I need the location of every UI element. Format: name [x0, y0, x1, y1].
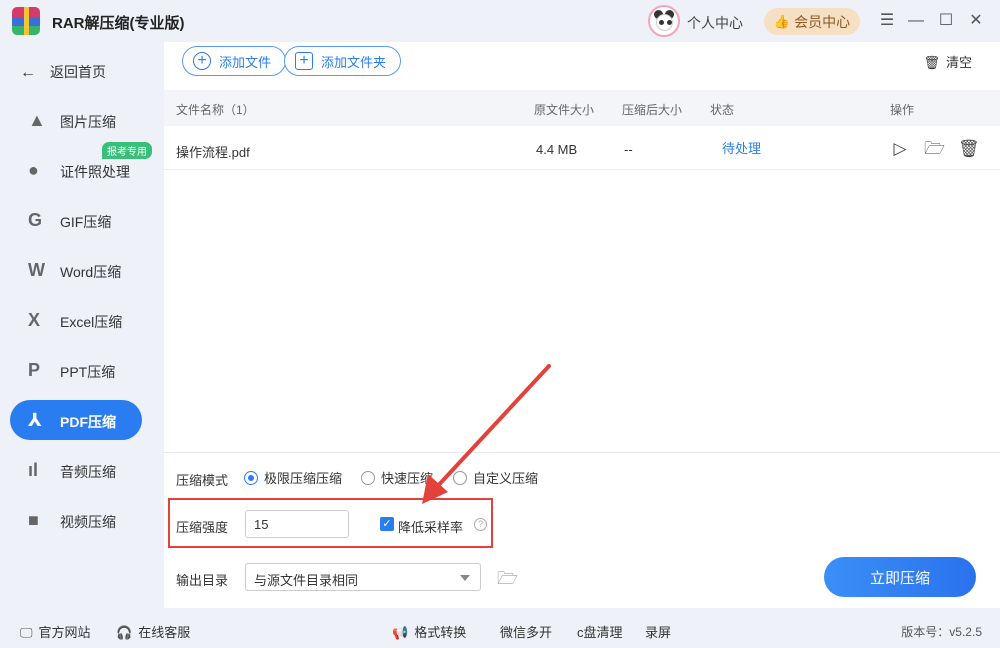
- format-convert-link[interactable]: 📢 格式转换: [392, 622, 466, 641]
- sidebar-item-audio[interactable]: ıl 音频压缩: [10, 450, 142, 490]
- id-photo-icon: ●: [28, 160, 39, 180]
- radio-extreme[interactable]: 极限压缩压缩: [244, 468, 342, 487]
- maximize-icon[interactable]: ☐: [935, 10, 957, 32]
- strength-label: 压缩强度: [176, 520, 229, 535]
- headset-icon: 🎧: [116, 625, 133, 640]
- sidebar-item-label: PPT压缩: [60, 364, 116, 380]
- file-name: 操作流程.pdf: [176, 145, 250, 160]
- radio-label: 极限压缩压缩: [264, 471, 343, 486]
- back-home-label: 返回首页: [50, 64, 106, 80]
- col-actions: 操作: [890, 103, 915, 117]
- clear-label: 清空: [945, 55, 972, 70]
- sidebar-item-pdf[interactable]: ⅄ PDF压缩: [10, 400, 142, 440]
- col-compressed-size: 压缩后大小: [622, 103, 683, 117]
- image-icon: ▲: [28, 110, 46, 130]
- sidebar-item-ppt[interactable]: P PPT压缩: [10, 350, 142, 390]
- col-name: 文件名称（1）: [176, 103, 255, 117]
- online-service-label: 在线客服: [138, 625, 191, 640]
- delete-icon[interactable]: 🗑: [958, 139, 980, 159]
- footer: 🖵 官方网站 🎧 在线客服 📢 格式转换 微信多开 c盘清理 录屏 版本号：v5.2.…: [0, 612, 1000, 648]
- personal-center-link[interactable]: 个人中心: [687, 13, 743, 33]
- app-title: RAR解压缩(专业版): [52, 15, 185, 32]
- compress-now-button[interactable]: 立即压缩: [824, 557, 976, 597]
- sidebar-item-label: Word压缩: [60, 264, 122, 280]
- sidebar-item-word[interactable]: W Word压缩: [10, 250, 142, 290]
- word-icon: W: [28, 260, 45, 280]
- sidebar-item-label: PDF压缩: [60, 414, 116, 430]
- annotation-arrow: [422, 364, 551, 504]
- chevron-down-icon: [460, 575, 470, 581]
- audio-icon: ıl: [28, 460, 39, 480]
- monitor-icon: 🖵: [20, 625, 33, 640]
- original-size: 4.4 MB: [536, 142, 578, 157]
- output-dir-select[interactable]: 与源文件目录相同: [245, 563, 481, 591]
- radio-unselected-icon: [361, 470, 375, 485]
- official-site-link[interactable]: 🖵 官方网站: [20, 622, 91, 641]
- sidebar-item-gif[interactable]: G GIF压缩: [10, 200, 142, 240]
- radio-selected-icon: [244, 470, 258, 485]
- sidebar: ← 返回首页 ▲ 图片压缩 ● 证件照处理 G GIF压缩 W Word压缩 X …: [0, 42, 152, 608]
- trash-icon: 🗑: [923, 55, 940, 70]
- output-dir-value: 与源文件目录相同: [254, 573, 359, 588]
- wechat-multi-link[interactable]: 微信多开: [500, 622, 552, 641]
- col-status: 状态: [710, 103, 735, 117]
- sidebar-item-label: 音频压缩: [60, 464, 116, 480]
- exam-tag-badge: 报考专用: [102, 142, 152, 159]
- table-row: 操作流程.pdf 4.4 MB -- 待处理 ▷ 🗁 🗑: [164, 128, 1000, 170]
- open-folder-icon[interactable]: 🗁: [924, 139, 945, 159]
- sidebar-item-label: Excel压缩: [60, 314, 123, 330]
- mode-label: 压缩模式: [176, 473, 229, 488]
- sidebar-item-video[interactable]: ■ 视频压缩: [10, 500, 142, 540]
- thumbs-up-icon: 👍: [773, 13, 791, 29]
- official-site-label: 官方网站: [38, 625, 91, 640]
- col-original-size: 原文件大小: [534, 103, 595, 117]
- format-convert-label: 格式转换: [414, 625, 467, 640]
- vip-center-label: 会员中心: [794, 13, 851, 30]
- sidebar-item-excel[interactable]: X Excel压缩: [10, 300, 142, 340]
- sidebar-item-image[interactable]: ▲ 图片压缩: [10, 100, 142, 140]
- gif-icon: G: [28, 210, 43, 230]
- main-panel: + 添加文件 + 添加文件夹 🗑 清空 文件名称（1） 原文件大小 压缩后大小 状态 …: [164, 42, 1000, 608]
- play-icon[interactable]: ▷: [890, 139, 910, 159]
- online-service-link[interactable]: 🎧 在线客服: [116, 622, 190, 641]
- sidebar-item-label: 图片压缩: [60, 114, 116, 130]
- reduce-sampling-label[interactable]: 降低采样率: [398, 517, 463, 536]
- add-folder-button[interactable]: + 添加文件夹: [284, 46, 402, 76]
- arrow-left-icon: ←: [20, 64, 36, 81]
- folder-plus-icon: +: [295, 52, 313, 70]
- version-text: 版本号：v5.2.5: [901, 625, 982, 639]
- video-icon: ■: [28, 510, 39, 530]
- plus-circle-icon: +: [193, 52, 211, 70]
- back-home-button[interactable]: ← 返回首页: [20, 62, 106, 82]
- sidebar-item-label: 证件照处理: [60, 164, 130, 180]
- table-header: 文件名称（1） 原文件大小 压缩后大小 状态 操作: [164, 90, 1000, 126]
- checkbox-checked-icon[interactable]: ✓: [380, 517, 394, 531]
- avatar[interactable]: [648, 5, 680, 37]
- c-drive-clean-link[interactable]: c盘清理: [577, 622, 623, 641]
- add-file-label: 添加文件: [219, 54, 272, 70]
- close-icon[interactable]: ✕: [965, 10, 987, 32]
- output-label: 输出目录: [176, 573, 229, 588]
- screen-record-link[interactable]: 录屏: [645, 622, 671, 641]
- pdf-icon: ⅄: [28, 410, 42, 430]
- ppt-icon: P: [28, 360, 41, 380]
- divider: [164, 452, 1000, 453]
- help-icon[interactable]: ?: [474, 518, 487, 531]
- menu-icon[interactable]: ☰: [876, 10, 898, 32]
- status-text: 待处理: [722, 141, 762, 156]
- title-bar: RAR解压缩(专业版) 个人中心 👍 会员中心 ☰ — ☐ ✕: [0, 0, 1000, 42]
- minimize-icon[interactable]: —: [905, 10, 927, 32]
- compressed-size: --: [624, 142, 633, 157]
- folder-icon[interactable]: 🗁: [497, 566, 519, 588]
- vip-center-button[interactable]: 👍 会员中心: [764, 8, 860, 35]
- app-logo: [12, 7, 40, 35]
- strength-input[interactable]: [245, 510, 349, 538]
- megaphone-icon: 📢: [392, 625, 409, 640]
- sidebar-item-label: 视频压缩: [60, 514, 116, 530]
- add-folder-label: 添加文件夹: [321, 54, 387, 70]
- add-file-button[interactable]: + 添加文件: [182, 46, 287, 76]
- excel-icon: X: [28, 310, 41, 330]
- clear-button[interactable]: 🗑 清空: [923, 52, 972, 71]
- sidebar-item-label: GIF压缩: [60, 214, 112, 230]
